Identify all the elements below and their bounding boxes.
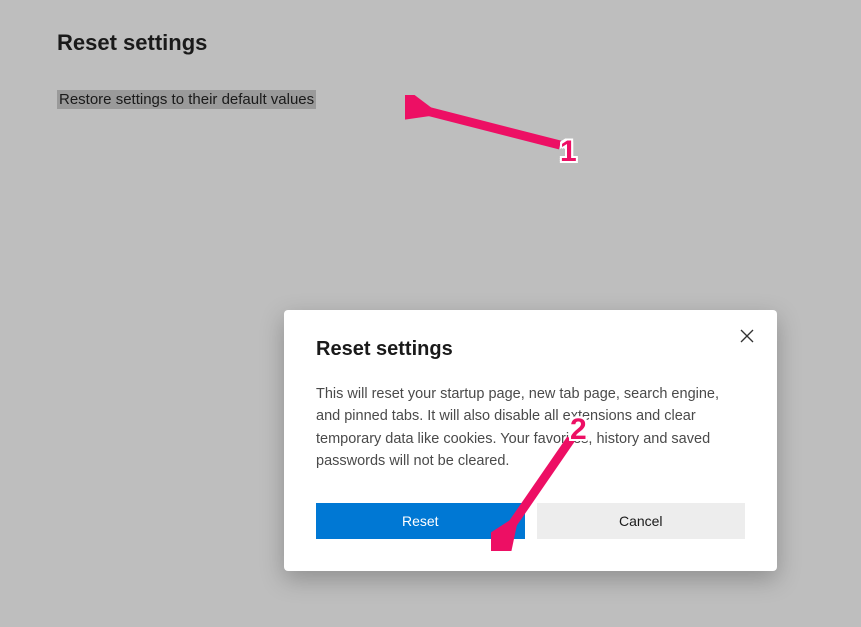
page-header: Reset settings [0, 0, 861, 56]
annotation-number-1: 1 [560, 135, 577, 169]
cancel-button[interactable]: Cancel [537, 503, 746, 539]
reset-button[interactable]: Reset [316, 503, 525, 539]
page-title: Reset settings [57, 30, 861, 56]
reset-settings-dialog: Reset settings This will reset your star… [284, 310, 777, 571]
close-icon [740, 329, 754, 343]
dialog-title: Reset settings [316, 338, 745, 361]
dialog-body-text: This will reset your startup page, new t… [316, 383, 745, 473]
dialog-close-button[interactable] [735, 324, 759, 348]
restore-settings-link[interactable]: Restore settings to their default values [57, 90, 316, 109]
dialog-button-row: Reset Cancel [316, 503, 745, 539]
annotation-arrow-1 [405, 95, 575, 160]
